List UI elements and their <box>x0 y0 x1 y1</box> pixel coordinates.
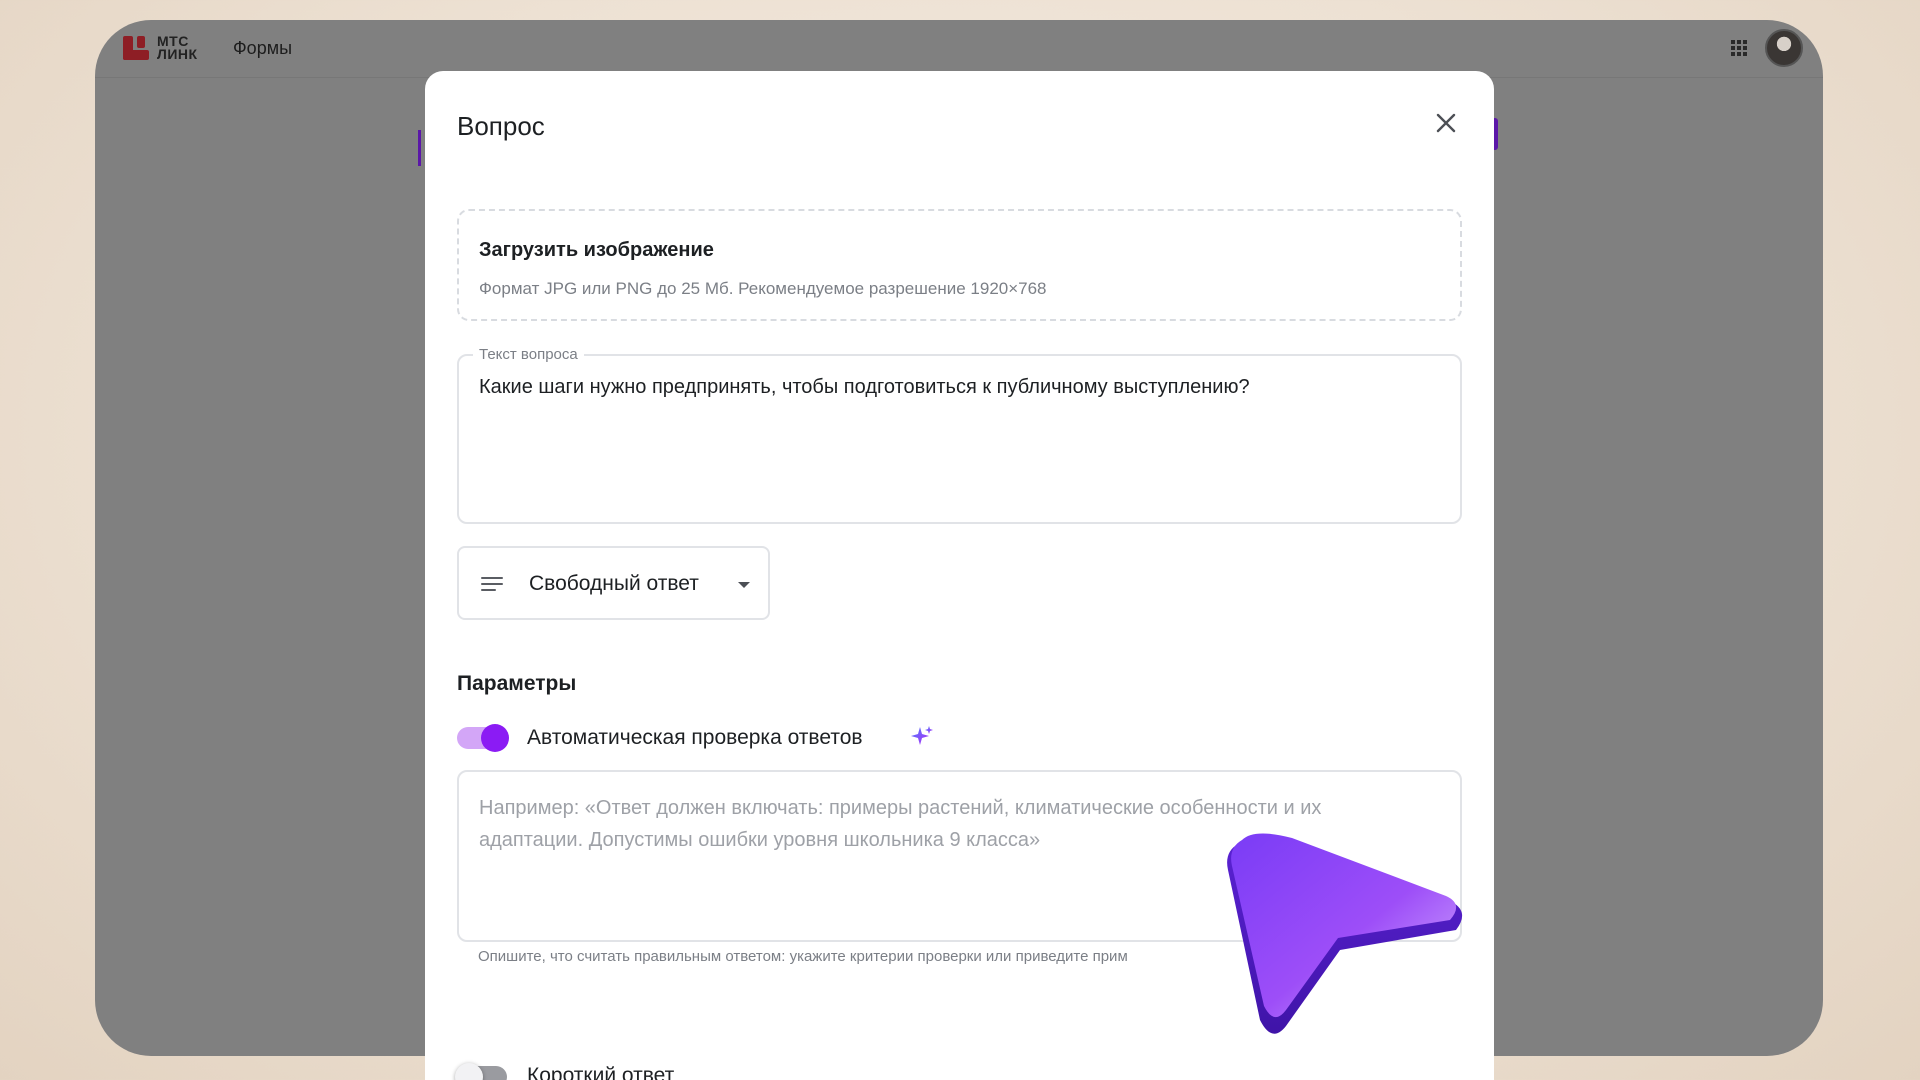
auto-check-toggle[interactable] <box>457 724 509 752</box>
pointer-cursor-icon <box>1227 833 1463 1034</box>
toggle-knob <box>481 724 509 752</box>
logo-text: МТС ЛИНК <box>157 34 198 62</box>
image-upload-dropzone[interactable]: Загрузить изображение Формат JPG или PNG… <box>457 209 1462 321</box>
criteria-help-text: Опишите, что считать правильным ответом:… <box>478 948 1128 965</box>
close-icon[interactable] <box>1432 109 1460 137</box>
apps-grid-icon[interactable] <box>1731 40 1747 56</box>
sparkle-icon <box>911 726 933 745</box>
question-text-field[interactable]: Текст вопроса Какие шаги нужно предприня… <box>457 346 1462 524</box>
short-answer-toggle[interactable] <box>455 1063 507 1080</box>
toggle-knob <box>455 1063 483 1080</box>
question-text-value[interactable]: Какие шаги нужно предпринять, чтобы подг… <box>479 376 1250 399</box>
upload-hint: Формат JPG или PNG до 25 Мб. Рекомендуем… <box>479 279 1047 298</box>
question-text-label: Текст вопроса <box>473 346 584 363</box>
logo-mark <box>123 34 149 62</box>
nav-title[interactable]: Формы <box>233 38 292 59</box>
background-tab-indicator <box>418 130 421 166</box>
chevron-down-icon <box>738 582 750 588</box>
params-heading: Параметры <box>457 672 577 695</box>
modal-title: Вопрос <box>457 111 545 141</box>
user-avatar[interactable] <box>1765 29 1803 67</box>
logo[interactable]: МТС ЛИНК <box>123 34 198 62</box>
upload-title: Загрузить изображение <box>479 239 714 261</box>
auto-check-label: Автоматическая проверка ответов <box>527 726 863 749</box>
top-bar: МТС ЛИНК Формы <box>95 20 1823 78</box>
short-answer-label: Короткий ответ <box>527 1064 675 1080</box>
text-lines-icon <box>481 577 503 591</box>
answer-type-label: Свободный ответ <box>529 572 699 595</box>
answer-type-select[interactable]: Свободный ответ <box>457 546 770 620</box>
logo-line-2: ЛИНК <box>157 46 198 62</box>
